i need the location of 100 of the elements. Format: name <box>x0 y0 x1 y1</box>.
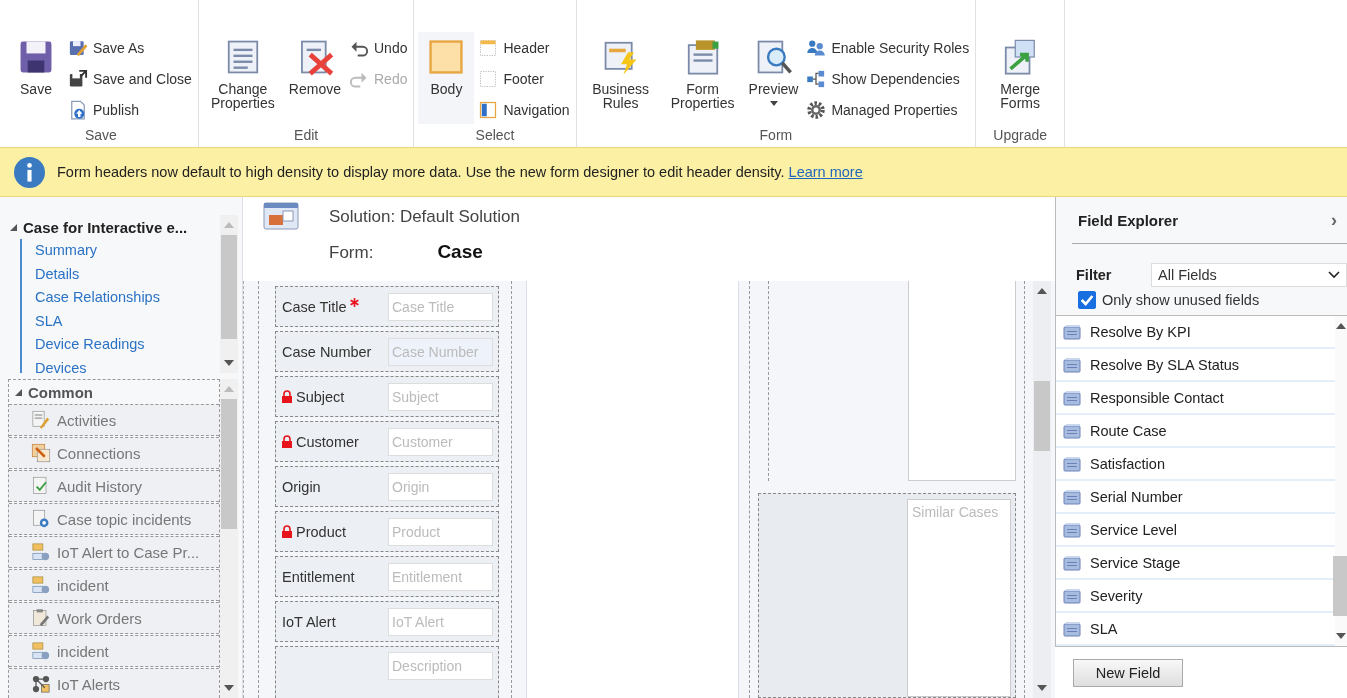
form-field[interactable]: Customer Customer <box>275 421 499 462</box>
related-item[interactable]: Connections <box>9 437 219 469</box>
floppy-arrow-icon <box>68 69 88 89</box>
ribbon-button[interactable]: Enable Security Roles <box>804 34 972 62</box>
form-field[interactable]: Product Product <box>275 511 499 552</box>
field-list-item[interactable]: Responsible Contact <box>1056 382 1335 415</box>
learn-more-link[interactable]: Learn more <box>788 164 863 180</box>
ribbon-button[interactable]: Form Properties <box>662 32 743 124</box>
body-layout-icon <box>427 38 466 76</box>
form-field[interactable]: Entitlement Entitlement <box>275 556 499 597</box>
field-label: Origin <box>282 478 321 495</box>
form-field[interactable]: Case Number Case Number <box>275 331 499 372</box>
ribbon-button[interactable]: Publish <box>66 96 194 124</box>
input-field[interactable]: Case Number <box>388 337 493 366</box>
section-header[interactable]: Common <box>9 380 219 404</box>
ribbon-button[interactable]: Footer <box>476 65 572 93</box>
ribbon-button[interactable]: Save <box>8 32 64 124</box>
ribbon-button[interactable]: Remove <box>284 32 345 124</box>
field-list-item[interactable]: Resolve By SLA Status <box>1056 349 1335 382</box>
gear-icon <box>806 100 827 120</box>
group-label: Edit <box>293 126 320 145</box>
connection-icon <box>31 443 51 463</box>
floppy-pencil-icon <box>68 38 88 58</box>
input-field[interactable]: IoT Alert <box>388 607 493 636</box>
ribbon-button[interactable]: Preview <box>744 32 803 124</box>
input-field[interactable]: Case Title <box>388 292 493 321</box>
form-field[interactable]: IoT Alert IoT Alert <box>275 601 499 642</box>
flowchart-icon <box>31 641 51 661</box>
input-field[interactable]: Entitlement <box>388 562 493 591</box>
ribbon-button[interactable]: Body <box>418 32 475 124</box>
chevron-down-icon <box>1328 271 1340 279</box>
ribbon-button[interactable]: Change Properties <box>202 32 283 124</box>
form-field[interactable]: Case Title Case Title <box>275 286 499 327</box>
input-field[interactable]: Customer <box>388 427 493 456</box>
form-field[interactable]: Origin Origin <box>275 466 499 507</box>
form-icon <box>261 201 301 233</box>
related-item[interactable]: IoT Alerts <box>9 668 219 698</box>
scrollbar[interactable] <box>220 215 238 373</box>
field-list-item[interactable]: SLA <box>1056 613 1335 646</box>
related-item[interactable]: incident <box>9 569 219 601</box>
document-upload-icon <box>68 100 88 120</box>
ribbon-button[interactable]: Undo <box>347 34 410 62</box>
input-field[interactable]: Subject <box>388 382 493 411</box>
checkbox-label: Only show unused fields <box>1102 292 1260 308</box>
field-list-item[interactable]: Resolve By KPI <box>1056 316 1335 349</box>
scrollbar[interactable] <box>1335 316 1347 646</box>
form-field[interactable]: Description <box>275 646 499 698</box>
ribbon-button[interactable]: Save and Close <box>66 65 194 93</box>
field-list-item[interactable]: Satisfaction <box>1056 448 1335 481</box>
scrollbar[interactable] <box>220 379 238 698</box>
form-name: Case <box>437 241 483 263</box>
input-field[interactable]: Product <box>388 517 493 546</box>
field-label: Product <box>296 523 346 540</box>
footer-layout-icon <box>478 69 499 89</box>
new-field-button[interactable]: New Field <box>1073 659 1183 687</box>
input-field[interactable]: Origin <box>388 472 493 501</box>
related-item[interactable]: incident <box>9 635 219 667</box>
group-label: Select <box>474 126 516 145</box>
solution-title: Solution: Default Solution <box>329 207 520 227</box>
panel-title: Field Explorer <box>1078 211 1179 229</box>
people-icon <box>806 38 827 58</box>
tree-node[interactable]: Case for Interactive e... <box>10 215 220 239</box>
checkbox[interactable] <box>1078 291 1096 309</box>
ribbon-button[interactable]: Managed Properties <box>804 96 972 124</box>
flowchart-icon <box>31 575 51 595</box>
field-label: Case Title <box>282 298 347 315</box>
header-layout-icon <box>478 38 499 58</box>
related-item[interactable]: Case topic incidents <box>9 503 219 535</box>
related-item[interactable]: Audit History <box>9 470 219 502</box>
input-field[interactable]: Description <box>388 652 493 680</box>
ribbon-button[interactable]: Save As <box>66 34 194 62</box>
ribbon-button[interactable]: Merge Forms <box>980 32 1061 124</box>
collapse-button[interactable]: › <box>1331 209 1337 231</box>
scrollbar[interactable] <box>1033 281 1051 698</box>
field-list-item[interactable]: Serial Number <box>1056 481 1335 514</box>
document-gear-icon <box>31 509 51 529</box>
field-list-item[interactable]: Service Level <box>1056 514 1335 547</box>
group-label: Save <box>83 126 118 145</box>
info-icon <box>14 156 45 188</box>
field-label: Case Number <box>282 343 372 360</box>
ribbon-button[interactable]: Header <box>476 34 572 62</box>
flowchart-icon <box>31 542 51 562</box>
clipboard-icon <box>31 608 51 628</box>
field-label: IoT Alert <box>282 613 336 630</box>
notification-text: Form headers now default to high density to display more data. Use the new form designer to edit header density. Learn more <box>57 164 863 180</box>
document-pencil-icon <box>31 410 51 430</box>
field-label: Subject <box>296 388 345 405</box>
ribbon-button[interactable]: Business Rules <box>580 32 661 124</box>
connected-boxes-icon <box>806 69 827 89</box>
form-label: Form: <box>329 243 374 263</box>
navigation-layout-icon <box>478 100 499 120</box>
field-list-item[interactable]: Route Case <box>1056 415 1335 448</box>
field-label: Entitlement <box>282 568 355 585</box>
related-item[interactable]: IoT Alert to Case Pr... <box>9 536 219 568</box>
ribbon-button[interactable]: Navigation <box>476 96 572 124</box>
ribbon-button[interactable]: Show Dependencies <box>804 65 972 93</box>
filter-dropdown[interactable]: All Fields <box>1151 263 1347 287</box>
form-field[interactable]: Subject Subject <box>275 376 499 417</box>
related-item[interactable]: Work Orders <box>9 602 219 634</box>
related-item[interactable]: Activities <box>9 404 219 436</box>
